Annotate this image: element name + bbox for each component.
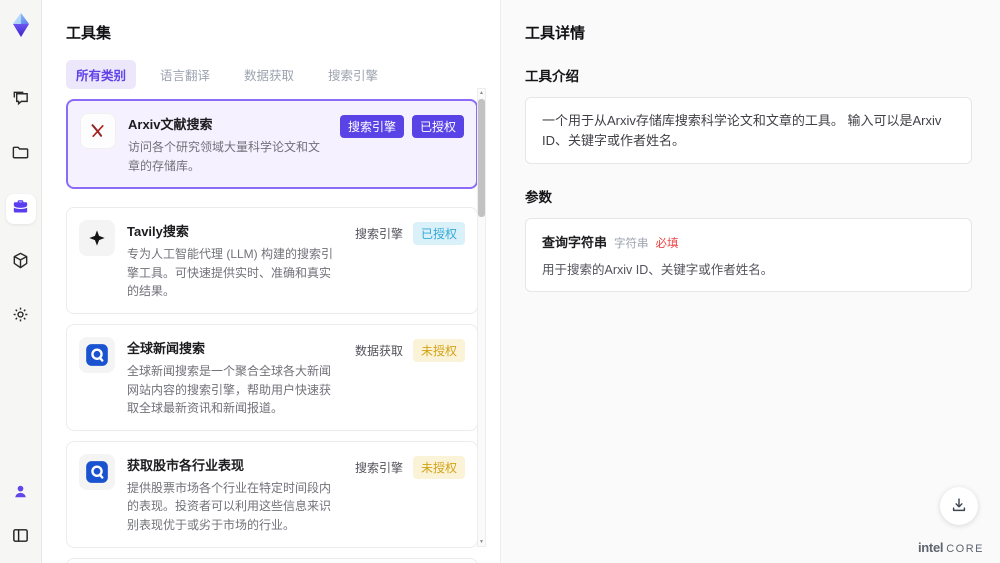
- tool-detail-panel: 工具详情 工具介绍 一个用于从Arxiv存储库搜索科学论文和文章的工具。 输入可…: [500, 0, 1000, 563]
- param-type: 字符串: [614, 238, 649, 250]
- chat-icon: [11, 89, 30, 113]
- intro-heading: 工具介绍: [525, 69, 579, 84]
- tab-language-translation[interactable]: 语言翻译: [150, 60, 220, 89]
- category-badge: 搜索引擎: [354, 227, 403, 242]
- scrollbar-up-arrow[interactable]: ▲: [479, 89, 484, 97]
- param-name: 查询字符串: [542, 235, 608, 250]
- user-icon: [11, 482, 30, 506]
- status-badge: 已授权: [411, 115, 464, 138]
- news-search-q-icon: [79, 336, 115, 373]
- tools-list-panel: 工具集 所有类别 语言翻译 数据获取 搜索引擎 Arxiv文献搜索 访问各个研究…: [42, 0, 500, 563]
- category-badge: 搜索引擎: [339, 115, 404, 138]
- briefcase-icon: [11, 197, 30, 221]
- tool-card-stock-sectors[interactable]: 获取股市各行业表现 提供股票市场各个行业在特定时间段内的表现。投资者可以利用这些…: [66, 440, 478, 548]
- app-window: 工具集 所有类别 语言翻译 数据获取 搜索引擎 Arxiv文献搜索 访问各个研究…: [0, 0, 1000, 563]
- tool-card-tavily[interactable]: Tavily搜索 专为人工智能代理 (LLM) 构建的搜索引擎工具。可快速提供实…: [66, 207, 478, 314]
- arxiv-logo-icon: [80, 113, 116, 149]
- panel-toggle-icon: [11, 526, 30, 550]
- status-badge: 已授权: [412, 222, 465, 246]
- tool-description: 全球新闻搜索是一个聚合全球各大新闻网站内容的搜索引擎，帮助用户快速获取全球最新资…: [127, 363, 332, 416]
- app-logo-icon: [8, 12, 34, 38]
- tool-name: 全球新闻搜索: [127, 340, 206, 356]
- category-badge: 搜索引擎: [354, 460, 403, 475]
- list-scrollbar[interactable]: ▲ ▼: [477, 88, 486, 547]
- parameter-item: 查询字符串 字符串 必填 用于搜索的Arxiv ID、关键字或作者姓名。: [525, 218, 972, 292]
- category-badge: 数据获取: [354, 343, 403, 358]
- param-description: 用于搜索的Arxiv ID、关键字或作者姓名。: [542, 263, 774, 277]
- tool-card-arxiv[interactable]: Arxiv文献搜索 访问各个研究领域大量科学论文和文章的存储库。 搜索引擎 已授…: [66, 99, 478, 190]
- sidebar-item-collapse[interactable]: [6, 523, 36, 553]
- sidebar-item-packages[interactable]: [6, 248, 36, 278]
- status-badge: 未授权: [412, 338, 465, 362]
- tool-name: Tavily搜索: [127, 224, 189, 240]
- download-icon: [950, 496, 968, 517]
- tool-intro-text: 一个用于从Arxiv存储库搜索科学论文和文章的工具。 输入可以是Arxiv ID…: [525, 97, 972, 164]
- params-heading: 参数: [525, 190, 552, 205]
- gear-icon: [11, 305, 30, 329]
- sidebar-item-files[interactable]: [6, 140, 36, 170]
- scrollbar-down-arrow[interactable]: ▼: [479, 538, 484, 546]
- tab-data-acquisition[interactable]: 数据获取: [234, 60, 304, 89]
- scrollbar-thumb[interactable]: [478, 99, 485, 217]
- cube-icon: [11, 251, 30, 275]
- category-tabs: 所有类别 语言翻译 数据获取 搜索引擎: [66, 60, 500, 89]
- intel-core-logo: intel CORE: [918, 540, 984, 555]
- tool-description: 访问各个研究领域大量科学论文和文章的存储库。: [128, 140, 321, 173]
- tool-card-global-news[interactable]: 全球新闻搜索 全球新闻搜索是一个聚合全球各大新闻网站内容的搜索引擎，帮助用户快速…: [66, 323, 478, 431]
- sidebar-item-account[interactable]: [6, 479, 36, 509]
- tavily-sparkle-icon: [79, 220, 115, 257]
- folder-icon: [11, 143, 30, 167]
- tab-all-categories[interactable]: 所有类别: [66, 60, 137, 89]
- tool-name: 获取股市各行业表现: [127, 457, 245, 473]
- page-title: 工具集: [66, 25, 112, 42]
- brand-core: CORE: [946, 543, 984, 555]
- tool-card-active-stocks[interactable]: 获取市场最活跃股票信息 提供当天交易量最高的股票列表。投资者可以利用这些信息来识…: [66, 557, 478, 563]
- download-button[interactable]: [940, 487, 978, 525]
- detail-title: 工具详情: [525, 25, 586, 42]
- tab-search-engine[interactable]: 搜索引擎: [318, 60, 388, 89]
- status-badge: 未授权: [412, 455, 465, 479]
- param-required-badge: 必填: [655, 238, 679, 250]
- stock-search-q-icon: [79, 453, 115, 490]
- tool-name: Arxiv文献搜索: [128, 117, 213, 132]
- brand-intel: intel: [917, 540, 944, 555]
- sidebar-item-settings[interactable]: [6, 302, 36, 332]
- tool-description: 专为人工智能代理 (LLM) 构建的搜索引擎工具。可快速提供实时、准确和真实的结…: [127, 247, 334, 299]
- tool-description: 提供股票市场各个行业在特定时间段内的表现。投资者可以利用这些信息来识别表现优于或…: [127, 480, 332, 532]
- sidebar-item-chat[interactable]: [6, 86, 36, 116]
- tool-card-list: Arxiv文献搜索 访问各个研究领域大量科学论文和文章的存储库。 搜索引擎 已授…: [66, 99, 478, 563]
- sidebar-item-tools[interactable]: [5, 194, 36, 224]
- sidebar: [0, 0, 42, 563]
